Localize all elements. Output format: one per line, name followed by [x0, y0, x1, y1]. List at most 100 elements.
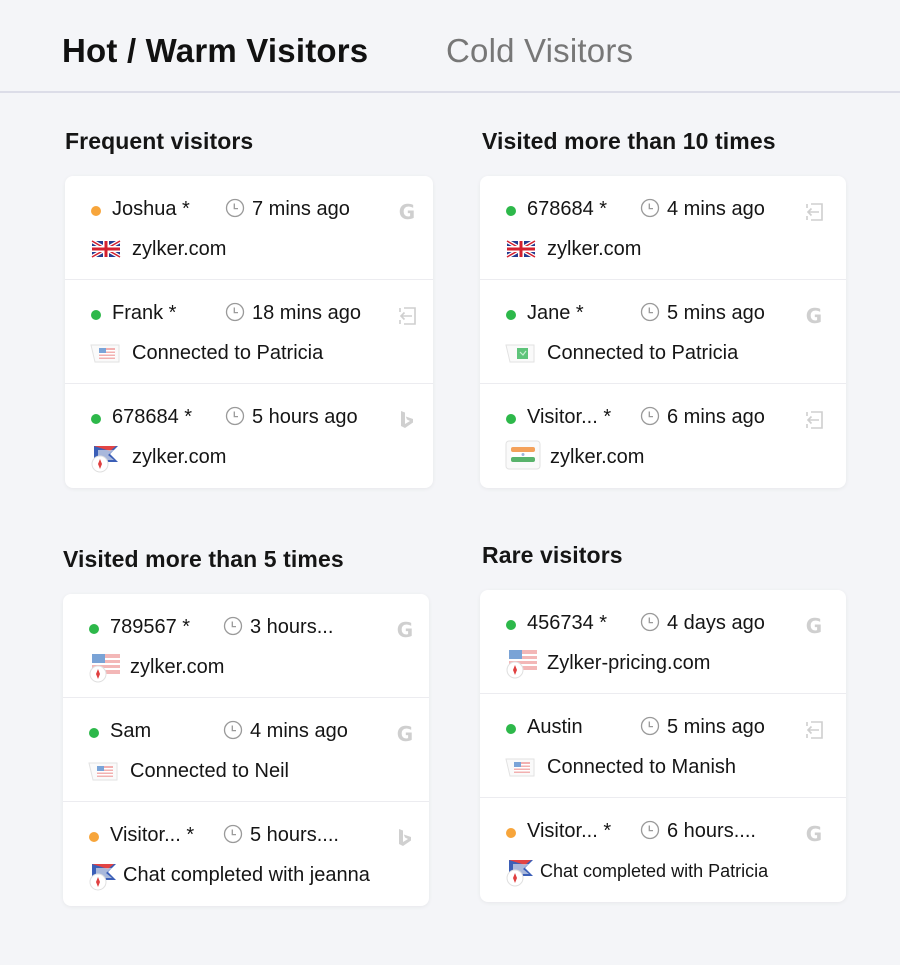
visitor-card: 678684 * 4 mins ago zylker.com Jane * 5 mins…: [480, 176, 846, 488]
visit-time: 5 mins ago: [667, 302, 765, 324]
us-flag-chat-icon: [505, 754, 537, 780]
status-online-dot: [91, 414, 101, 424]
status-online-dot: [506, 414, 516, 424]
visited-site: zylker.com: [550, 446, 645, 468]
status-online-dot: [506, 206, 516, 216]
google-icon: G: [393, 722, 417, 746]
uk-flag-icon: [505, 236, 537, 262]
status-online-dot: [89, 624, 99, 634]
india-flag-icon: [505, 440, 541, 470]
svg-text:G: G: [397, 722, 413, 746]
visitor-row[interactable]: Austin 5 mins ago Connected to Manish: [480, 694, 846, 798]
visited-site: zylker.com: [132, 446, 227, 468]
clock-icon: [640, 716, 660, 736]
visitor-row[interactable]: 678684 * 5 hours ago zylker.com: [65, 384, 433, 488]
clock-icon: [223, 720, 243, 740]
google-icon: G: [393, 618, 417, 642]
visitor-card: Joshua * 7 mins ago Gzylker.com Frank * 18 m…: [65, 176, 433, 488]
visitor-row[interactable]: 678684 * 4 mins ago zylker.com: [480, 176, 846, 280]
svg-text:G: G: [806, 304, 822, 328]
us-flag-badge-icon: [88, 652, 122, 684]
visitor-card: 456734 * 4 days ago G Zylker-pricing.com Aus…: [480, 590, 846, 902]
visit-time: 5 hours....: [250, 824, 339, 846]
us-flag-chat-icon: [88, 758, 120, 784]
visit-time: 5 mins ago: [667, 716, 765, 738]
chat-status: Connected to Manish: [547, 756, 737, 778]
visit-time: 7 mins ago: [252, 198, 350, 220]
visit-time: 4 mins ago: [667, 198, 765, 220]
section-frequent-visitors: Frequent visitors Joshua * 7 mins ago Gzyl…: [65, 126, 435, 488]
chat-status: Connected to Neil: [130, 760, 289, 782]
visitor-row[interactable]: Visitor... * 6 hours.... G Chat completed w…: [480, 798, 846, 902]
tab-hot-warm-visitors[interactable]: Hot / Warm Visitors: [62, 30, 368, 72]
visitor-name: 678684 *: [112, 406, 193, 428]
visit-time: 18 mins ago: [252, 302, 361, 324]
visitor-row[interactable]: 789567 * 3 hours... Gzylker.com: [63, 594, 429, 698]
visitor-row[interactable]: Visitor... * 5 hours.... Chat completed wi…: [63, 802, 429, 906]
visitor-name: Austin: [527, 716, 583, 738]
google-icon: G: [802, 822, 826, 846]
direct-entry-icon: [802, 408, 826, 432]
visitor-row[interactable]: Joshua * 7 mins ago Gzylker.com: [65, 176, 433, 280]
clock-icon: [640, 302, 660, 322]
clock-icon: [640, 820, 660, 840]
visitor-card: 789567 * 3 hours... Gzylker.com Sam 4 mins a…: [63, 594, 429, 906]
status-idle-dot: [89, 832, 99, 842]
chat-status: Chat completed with jeanna: [123, 864, 370, 886]
svg-text:G: G: [399, 200, 415, 224]
svg-text:G: G: [806, 822, 822, 846]
visitor-name: Visitor... *: [527, 406, 612, 428]
status-online-dot: [89, 728, 99, 738]
bing-icon: [395, 408, 419, 432]
status-online-dot: [91, 310, 101, 320]
visitor-name: Frank *: [112, 302, 177, 324]
section-visited-more-than-10: Visited more than 10 times 678684 * 4 min…: [480, 126, 852, 488]
visitor-name: Visitor... *: [110, 824, 195, 846]
chat-status: Chat completed with Patricia: [540, 861, 769, 881]
chat-status: Connected to Patricia: [547, 342, 739, 364]
visitor-row[interactable]: Sam 4 mins ago G Connected to Neil: [63, 698, 429, 802]
visitor-row[interactable]: Visitor... * 6 mins ago zylker.com: [480, 384, 846, 488]
status-idle-dot: [506, 828, 516, 838]
visitor-row[interactable]: Frank * 18 mins ago Connected to Patricia: [65, 280, 433, 384]
visitor-row[interactable]: 456734 * 4 days ago G Zylker-pricing.com: [480, 590, 846, 694]
visitor-name: 456734 *: [527, 612, 608, 634]
svg-text:G: G: [806, 614, 822, 638]
flag-with-badge-icon: [505, 856, 539, 888]
visited-site: zylker.com: [132, 238, 227, 260]
google-icon: G: [802, 614, 826, 638]
visitor-name: Sam: [110, 720, 152, 742]
section-visited-more-than-5: Visited more than 5 times 789567 * 3 hour…: [63, 544, 433, 906]
green-flag-chat-icon: [505, 340, 537, 366]
visitor-name: Visitor... *: [527, 820, 612, 842]
visit-time: 3 hours...: [250, 616, 334, 638]
tab-cold-visitors[interactable]: Cold Visitors: [446, 30, 633, 72]
us-flag-chat-icon: [90, 340, 122, 366]
visitor-row[interactable]: Jane * 5 mins ago G Connected to Patricia: [480, 280, 846, 384]
flag-with-badge-icon: [88, 860, 122, 892]
direct-entry-icon: [802, 200, 826, 224]
visitor-name: Joshua *: [112, 198, 190, 220]
clock-icon: [225, 198, 245, 218]
google-icon: G: [802, 304, 826, 328]
visit-time: 4 mins ago: [250, 720, 348, 742]
section-title: Visited more than 10 times: [482, 128, 776, 154]
section-title: Frequent visitors: [65, 128, 254, 154]
visitor-name: 678684 *: [527, 198, 608, 220]
flag-with-badge-icon: [90, 442, 124, 474]
google-icon: G: [395, 200, 419, 224]
clock-icon: [640, 406, 660, 426]
visit-time: 6 hours....: [667, 820, 756, 842]
clock-icon: [225, 406, 245, 426]
chat-status: Connected to Patricia: [132, 342, 324, 364]
section-title: Rare visitors: [482, 542, 623, 568]
clock-icon: [223, 824, 243, 844]
clock-icon: [640, 198, 660, 218]
visitor-name: Jane *: [527, 302, 584, 324]
visited-site: Zylker-pricing.com: [547, 652, 711, 674]
us-flag-badge-icon: [505, 648, 539, 680]
uk-flag-icon: [90, 236, 122, 262]
status-online-dot: [506, 620, 516, 630]
bing-icon: [393, 826, 417, 850]
section-title: Visited more than 5 times: [63, 546, 344, 572]
